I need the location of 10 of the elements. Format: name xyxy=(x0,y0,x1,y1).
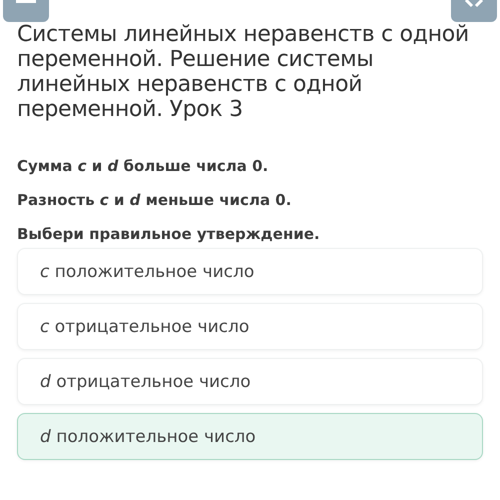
answer-option[interactable]: c положительное число xyxy=(17,248,483,295)
close-button[interactable] xyxy=(451,0,497,22)
answer-option[interactable]: d положительное число xyxy=(17,413,483,460)
question-text: Разность c и d меньше числа 0. xyxy=(17,190,292,210)
answer-option[interactable]: c отрицательное число xyxy=(17,303,483,350)
lesson-title: Системы линейных неравенств с одной переменной. Решение системы линейных неравенств с одной переменной. Урок 3 xyxy=(17,22,470,122)
answer-option[interactable]: d отрицательное число xyxy=(17,358,483,405)
question-text: Выбери правильное утверждение. xyxy=(17,224,321,244)
menu-button[interactable] xyxy=(3,0,49,22)
question-text: Сумма c и d больше числа 0. xyxy=(17,156,270,176)
